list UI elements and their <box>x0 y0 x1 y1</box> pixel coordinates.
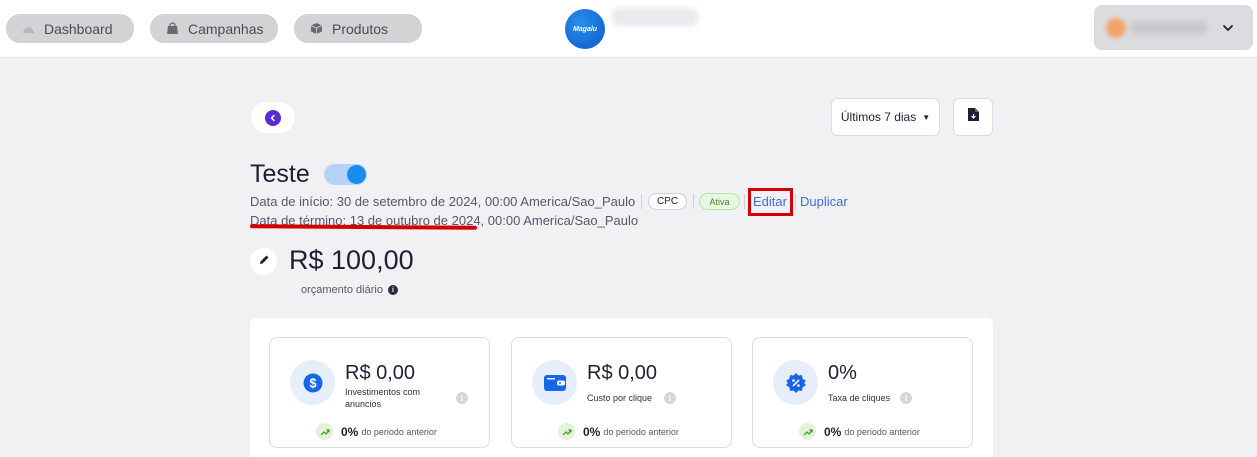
annotation-underline <box>249 224 478 230</box>
trend-label: do periodo anterior <box>361 426 437 437</box>
caret-down-icon: ▼ <box>922 112 931 122</box>
wallet-icon <box>532 360 577 405</box>
divider <box>744 194 745 209</box>
bag-icon <box>166 22 179 35</box>
account-name-redacted <box>1130 21 1208 34</box>
nav-produtos[interactable]: Produtos <box>294 14 422 43</box>
date-range-label: Últimos 7 dias <box>840 110 917 124</box>
divider <box>693 194 694 209</box>
divider <box>641 194 642 209</box>
status-badge: Ativa <box>699 193 740 210</box>
trend-value: 0% <box>341 424 359 439</box>
top-navigation: Dashboard Campanhas Produtos Magalu <box>0 0 1257 58</box>
info-icon[interactable]: i <box>456 392 468 404</box>
metric-label: Custo por clique <box>587 393 653 403</box>
metric-card-custo-por-clique: R$ 0,00 Custo por clique i 0% do periodo… <box>511 337 732 448</box>
nav-dashboard[interactable]: Dashboard <box>6 14 134 43</box>
nav-campanhas-label: Campanhas <box>188 20 264 37</box>
store-name-redacted <box>612 8 698 26</box>
svg-text:$: $ <box>309 375 317 390</box>
pencil-icon <box>258 253 270 271</box>
file-export-icon <box>967 107 980 127</box>
metrics-panel: $ R$ 0,00 Investimentos com anuncios i 0… <box>250 318 993 457</box>
info-icon[interactable]: i <box>664 392 676 404</box>
trend-label: do periodo anterior <box>844 426 920 437</box>
metric-label: Investimentos com anuncios <box>345 387 421 409</box>
percent-badge-icon <box>773 360 818 405</box>
metric-card-investimentos: $ R$ 0,00 Investimentos com anuncios i 0… <box>269 337 490 448</box>
chevron-down-icon <box>1221 21 1235 35</box>
metric-trend: 0% do periodo anterior <box>799 423 920 440</box>
dollar-icon: $ <box>290 360 335 405</box>
campaign-start-date: Data de início: 30 de setembro de 2024, … <box>250 194 636 209</box>
info-icon[interactable]: i <box>900 392 912 404</box>
trend-up-icon <box>558 423 575 440</box>
metric-card-taxa-de-cliques: 0% Taxa de cliques i 0% do periodo anter… <box>752 337 973 448</box>
daily-budget-label: orçamento diário i <box>301 284 398 296</box>
avatar <box>1106 18 1126 38</box>
nav-dashboard-label: Dashboard <box>44 20 113 37</box>
trend-value: 0% <box>583 424 601 439</box>
campaign-type-badge: CPC <box>648 193 687 210</box>
metric-trend: 0% do periodo anterior <box>558 423 679 440</box>
daily-budget-label-text: orçamento diário <box>301 284 383 296</box>
trend-label: do periodo anterior <box>603 426 679 437</box>
campaign-active-toggle[interactable] <box>324 164 367 185</box>
nav-campanhas[interactable]: Campanhas <box>150 14 278 43</box>
divider <box>795 194 796 209</box>
back-button[interactable] <box>251 102 295 133</box>
campaign-title: Teste <box>250 160 310 188</box>
chevron-left-icon <box>265 109 281 126</box>
duplicate-link[interactable]: Duplicar <box>800 194 848 209</box>
toggle-knob <box>347 165 366 184</box>
edit-budget-button[interactable] <box>250 248 277 275</box>
metric-value: R$ 0,00 <box>587 362 658 384</box>
brand-logo[interactable]: Magalu <box>565 9 605 49</box>
account-menu[interactable] <box>1094 5 1253 50</box>
brand-logo-text: Magalu <box>572 25 598 33</box>
trend-up-icon <box>799 423 816 440</box>
dashboard-icon <box>22 22 35 35</box>
metric-value: R$ 0,00 <box>345 362 416 384</box>
export-button[interactable] <box>953 98 993 136</box>
metric-label: Taxa de cliques <box>828 393 891 403</box>
trend-value: 0% <box>824 424 842 439</box>
date-range-dropdown[interactable]: Últimos 7 dias ▼ <box>831 98 940 136</box>
trend-up-icon <box>316 423 333 440</box>
box-icon <box>310 22 323 35</box>
metric-trend: 0% do periodo anterior <box>316 423 437 440</box>
metric-value: 0% <box>828 362 857 384</box>
info-icon[interactable]: i <box>387 285 398 295</box>
daily-budget-value: R$ 100,00 <box>289 245 414 275</box>
annotation-highlight-box <box>748 188 793 216</box>
nav-produtos-label: Produtos <box>332 20 389 37</box>
